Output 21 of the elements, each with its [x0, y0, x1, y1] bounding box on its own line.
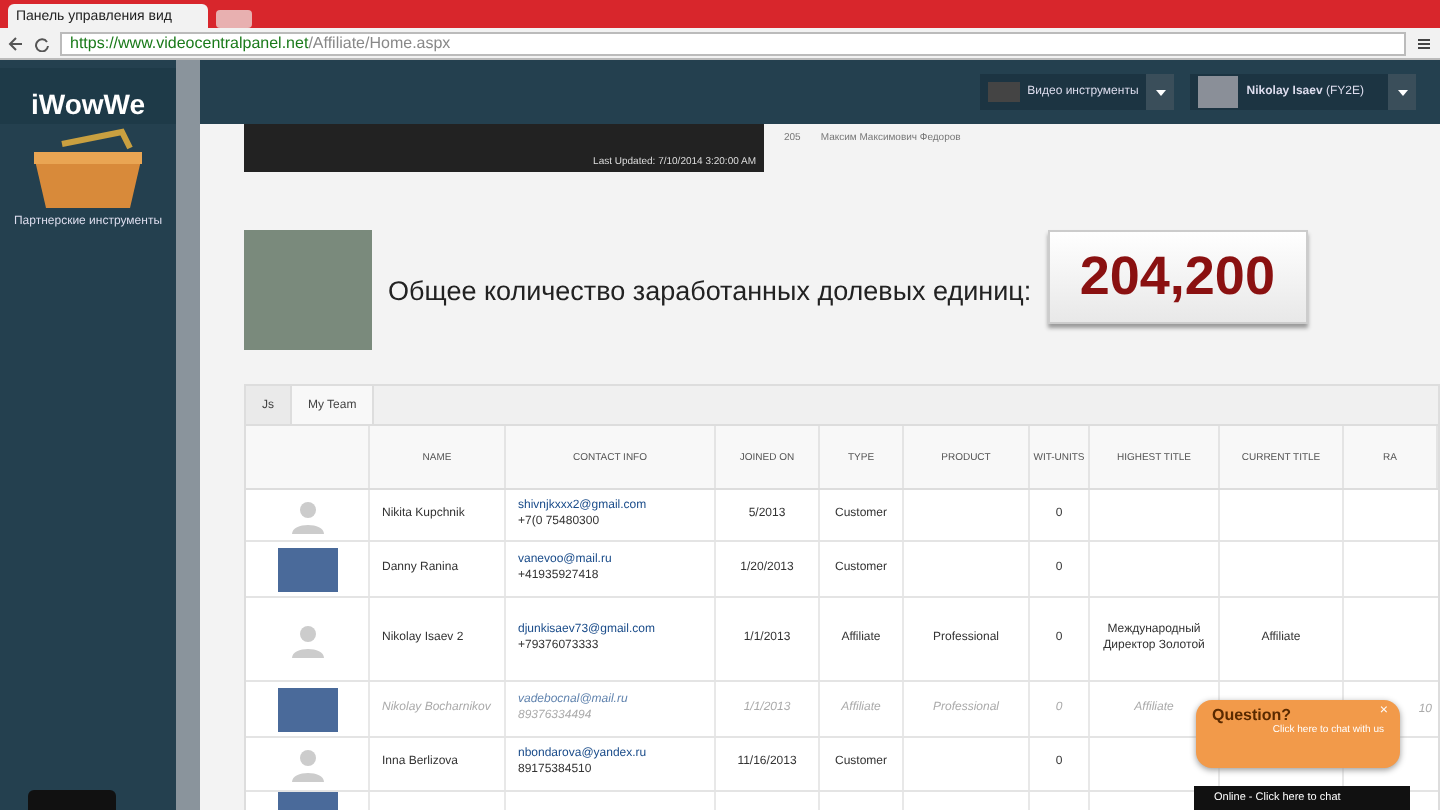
- dropdown-button[interactable]: [1146, 74, 1175, 110]
- photo-placeholder: [277, 547, 337, 591]
- user-silhouette-icon: [289, 621, 325, 657]
- toggle-icon: [987, 82, 1020, 102]
- user-silhouette-icon: [289, 497, 325, 533]
- site-logo[interactable]: iWowWe: [0, 68, 176, 124]
- back-icon[interactable]: [8, 35, 24, 51]
- menu-icon[interactable]: [1416, 35, 1432, 51]
- dropdown-button[interactable]: [1388, 74, 1416, 110]
- chat-title: Question?: [1212, 706, 1294, 724]
- earnings-label: Общее количество заработанных долевых единиц:: [388, 275, 1032, 305]
- user-silhouette-icon: [289, 746, 325, 782]
- photo-placeholder: [244, 230, 372, 350]
- sidebar-toggle-button[interactable]: [28, 790, 116, 810]
- earnings-value: 204,200: [1047, 229, 1308, 323]
- address-field[interactable]: https://www.videocentralpanel.net/Affiliate/Home.aspx: [60, 31, 1406, 55]
- caret-icon: [1397, 89, 1407, 95]
- caret-icon: [1155, 89, 1166, 95]
- photo-placeholder: [277, 687, 337, 731]
- reload-icon[interactable]: [34, 35, 50, 51]
- avatar-icon: [1198, 76, 1239, 108]
